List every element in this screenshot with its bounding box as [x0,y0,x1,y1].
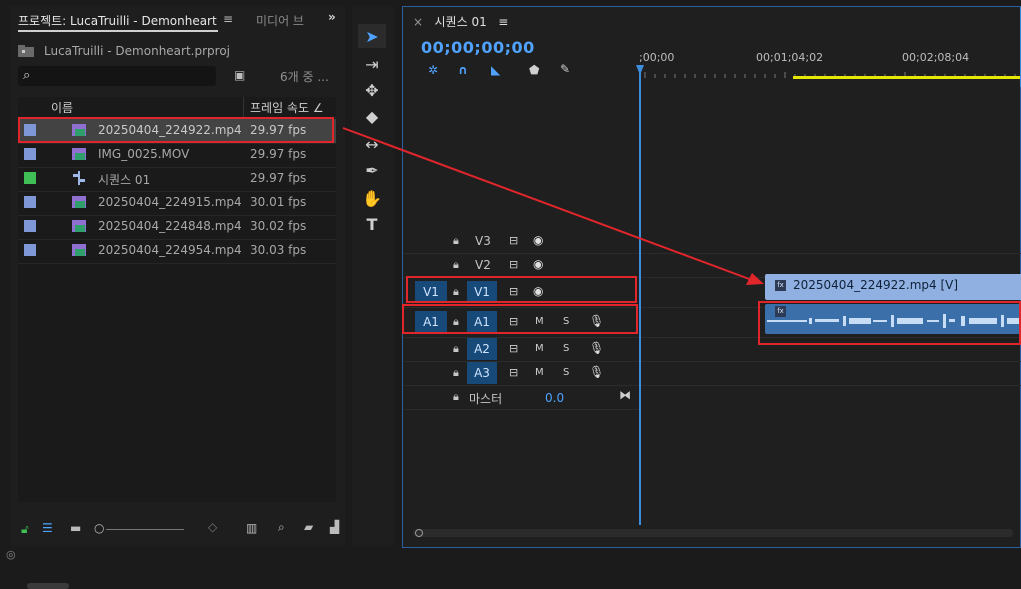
horizontal-scrollbar[interactable] [27,583,69,589]
annotation-arrow [342,127,764,285]
status-bar: ◎ [0,548,1021,562]
status-icon: ◎ [6,548,16,561]
